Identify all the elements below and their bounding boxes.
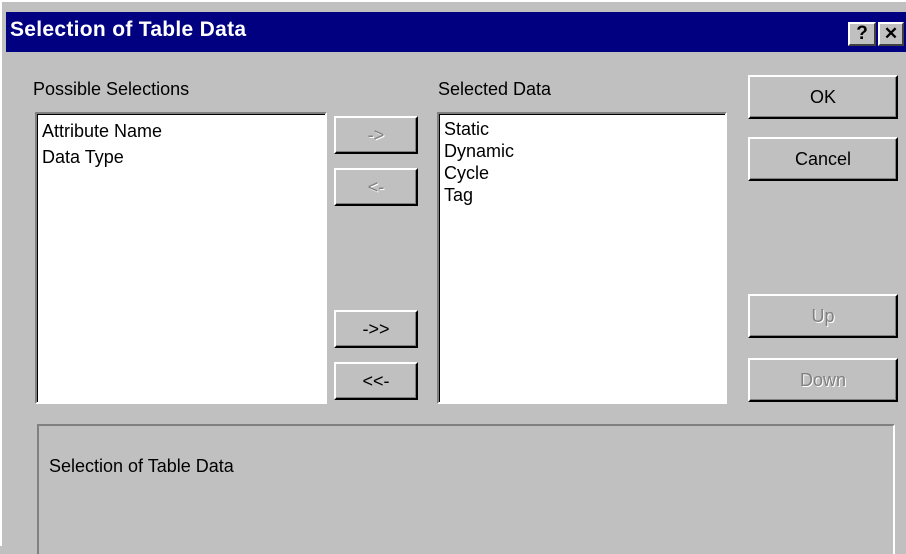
list-item[interactable]: Dynamic	[444, 140, 725, 162]
up-button-label: Up	[811, 305, 835, 326]
possible-selections-list[interactable]: Attribute Name Data Type	[35, 112, 327, 404]
double-arrow-right-icon: ->>	[362, 318, 390, 339]
list-item[interactable]: Data Type	[42, 144, 325, 170]
add-button[interactable]: ->	[334, 116, 418, 154]
cancel-button-label: Cancel	[794, 148, 852, 169]
description-text: Selection of Table Data	[49, 456, 234, 476]
remove-button[interactable]: <-	[334, 168, 418, 206]
list-item[interactable]: Attribute Name	[42, 118, 325, 144]
list-item[interactable]: Tag	[444, 184, 725, 206]
selected-data-list[interactable]: Static Dynamic Cycle Tag	[437, 112, 727, 404]
title-bar: Selection of Table Data ? ✕	[6, 12, 906, 52]
down-button[interactable]: Down	[748, 358, 898, 402]
up-button[interactable]: Up	[748, 294, 898, 338]
cancel-button[interactable]: Cancel	[748, 137, 898, 181]
add-all-button[interactable]: ->>	[334, 310, 418, 348]
close-button[interactable]: ✕	[878, 22, 904, 46]
ok-button-label: OK	[809, 86, 836, 107]
close-icon: ✕	[883, 24, 899, 43]
arrow-left-icon: <-	[367, 176, 385, 197]
dialog-window: Selection of Table Data ? ✕ Possible Sel…	[0, 0, 906, 554]
list-item[interactable]: Static	[444, 118, 725, 140]
description-panel: Selection of Table Data	[37, 424, 895, 554]
arrow-right-icon: ->	[367, 124, 385, 145]
selected-data-label: Selected Data	[438, 79, 552, 99]
ok-button[interactable]: OK	[748, 75, 898, 119]
possible-selections-label: Possible Selections	[33, 79, 190, 99]
down-button-label: Down	[799, 369, 847, 390]
help-button[interactable]: ?	[848, 22, 876, 46]
list-item[interactable]: Cycle	[444, 162, 725, 184]
dialog-title: Selection of Table Data	[10, 18, 247, 41]
double-arrow-left-icon: <<-	[362, 370, 390, 391]
help-icon: ?	[856, 23, 868, 44]
remove-all-button[interactable]: <<-	[334, 362, 418, 400]
